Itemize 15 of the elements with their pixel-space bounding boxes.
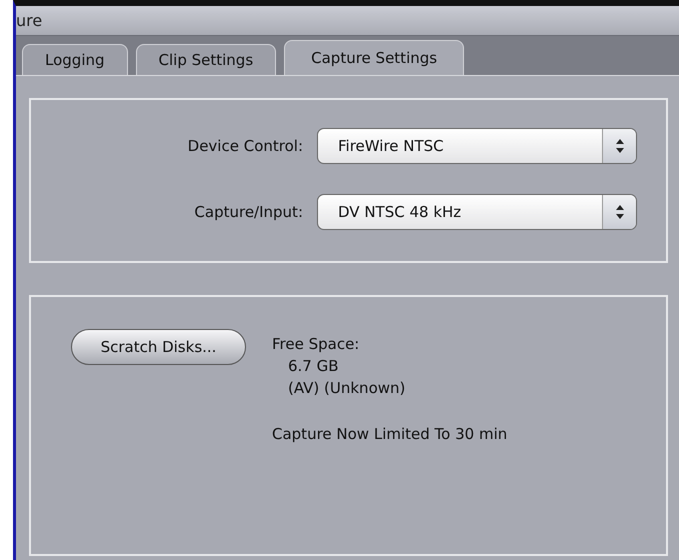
stepper-icon bbox=[602, 195, 636, 229]
field-label: Capture/Input: bbox=[193, 203, 303, 221]
free-space-value: 6.7 GB bbox=[287, 356, 340, 377]
window-title: ure bbox=[16, 11, 42, 30]
tab[interactable]: Clip Settings bbox=[136, 44, 276, 75]
capture-limit-text: Capture Now Limited To 30 min bbox=[272, 424, 508, 445]
scratch-disks-button[interactable]: Scratch Disks... bbox=[71, 329, 246, 365]
stepper-icon bbox=[602, 129, 636, 163]
tab[interactable]: Logging bbox=[22, 44, 128, 75]
free-space-value: (AV) (Unknown) bbox=[287, 378, 406, 399]
tab[interactable]: Capture Settings bbox=[284, 40, 464, 75]
dropdown[interactable]: FireWire NTSC bbox=[317, 128, 637, 164]
dropdown[interactable]: DV NTSC 48 kHz bbox=[317, 194, 637, 230]
free-space-label: Free Space: bbox=[272, 334, 360, 355]
field-label: Device Control: bbox=[186, 137, 303, 155]
